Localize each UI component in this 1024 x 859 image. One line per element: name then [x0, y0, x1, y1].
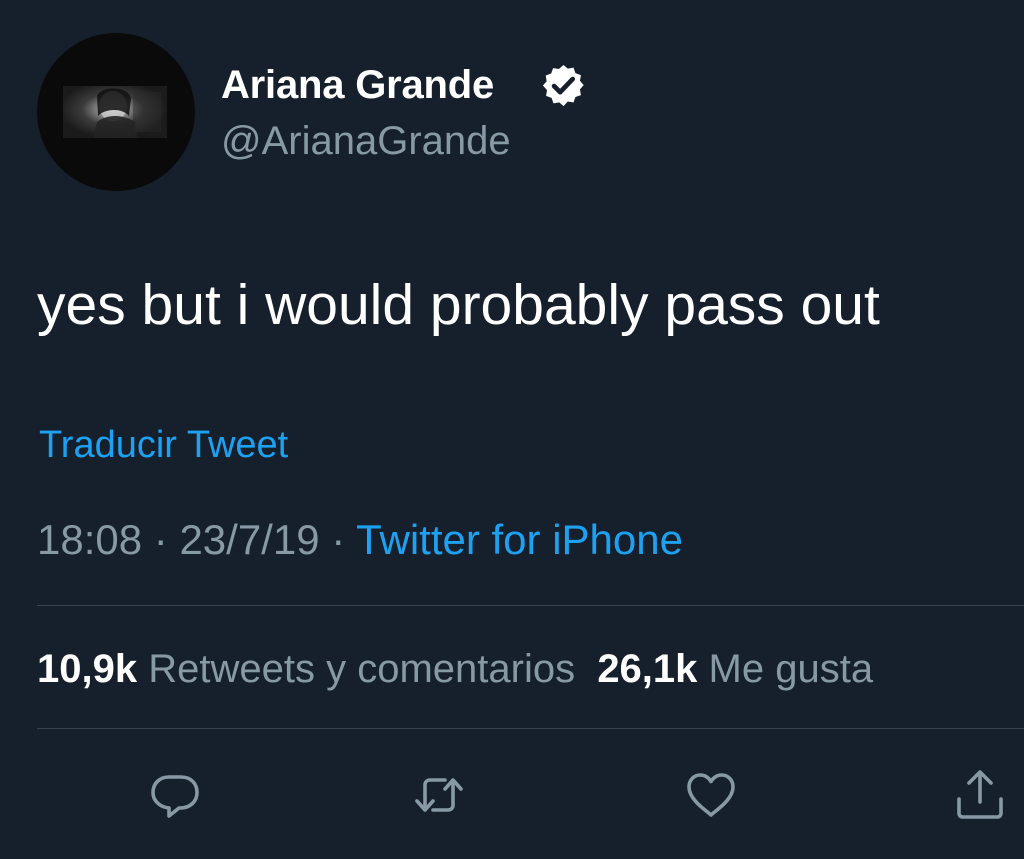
retweets-label: Retweets y comentarios	[148, 647, 576, 691]
comment-bubble-icon	[151, 775, 199, 818]
avatar[interactable]	[37, 33, 195, 191]
tweet-metadata: 18:08 · 23/7/19 · Twitter for iPhone	[37, 515, 683, 565]
retweets-stat[interactable]: 10,9k Retweets y comentarios	[37, 647, 575, 691]
divider	[37, 605, 1024, 606]
like-button[interactable]	[683, 767, 739, 823]
translate-tweet-link[interactable]: Traducir Tweet	[39, 422, 288, 468]
likes-stat[interactable]: 26,1k Me gusta	[597, 647, 873, 691]
meta-separator: ·	[319, 516, 357, 563]
heart-icon	[687, 773, 735, 817]
reply-button[interactable]	[147, 767, 203, 823]
meta-separator: ·	[142, 516, 180, 563]
share-icon	[957, 770, 1003, 819]
display-name[interactable]: Ariana Grande	[221, 61, 494, 109]
retweets-count: 10,9k	[37, 647, 138, 691]
tweet-date: 23/7/19	[179, 516, 320, 563]
tweet-text: yes but i would probably pass out	[37, 273, 880, 337]
tweet-time: 18:08	[37, 516, 143, 563]
user-handle[interactable]: @ArianaGrande	[221, 117, 511, 165]
retweet-icon	[415, 778, 463, 812]
likes-label: Me gusta	[708, 647, 874, 691]
share-button[interactable]	[952, 767, 1008, 823]
divider	[37, 728, 1024, 729]
tweet-source-link[interactable]: Twitter for iPhone	[356, 516, 683, 563]
verified-badge-icon	[542, 64, 584, 107]
likes-count: 26,1k	[597, 647, 698, 691]
profile-photo	[63, 86, 167, 138]
retweet-button[interactable]	[411, 767, 467, 823]
tweet-stats: 10,9k Retweets y comentarios 26,1k Me gu…	[37, 645, 873, 693]
